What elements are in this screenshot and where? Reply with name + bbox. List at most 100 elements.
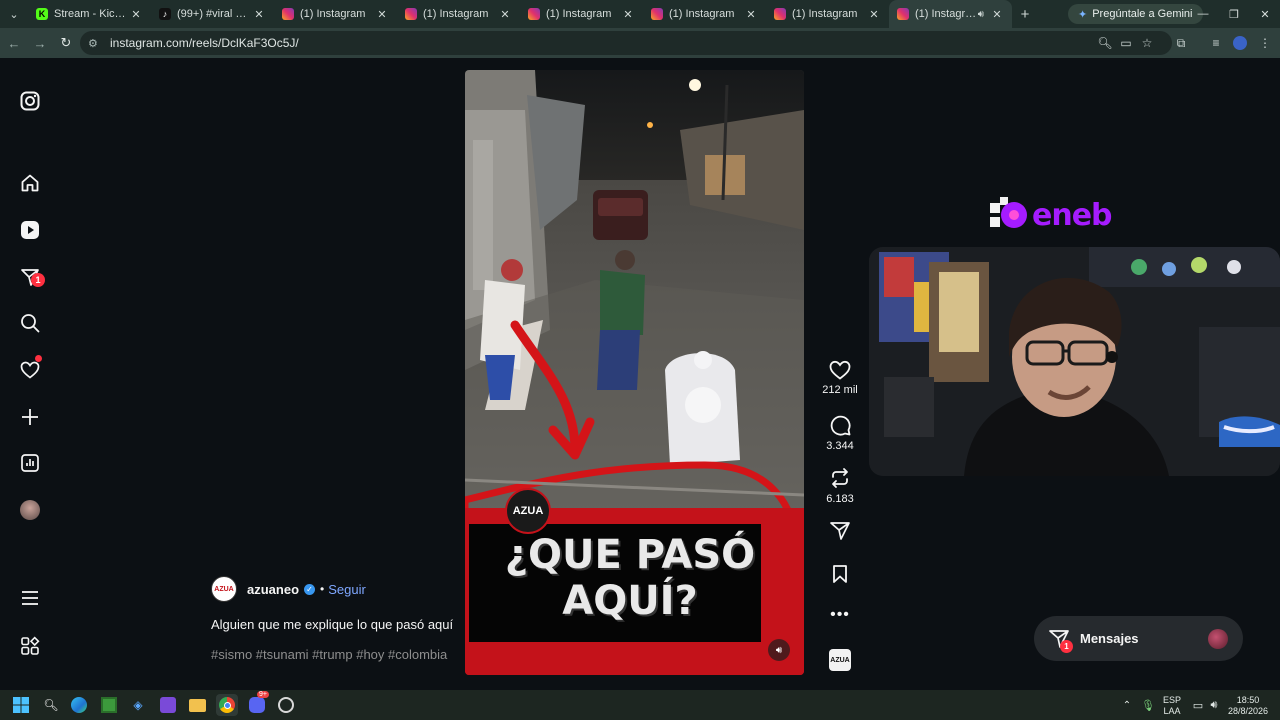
messages-button[interactable]: 1 Mensajes (1034, 616, 1243, 661)
tab-tiktok[interactable]: ♪ (99+) #viral #fyp #fyp ✕ (151, 0, 274, 28)
dashboard-stats-icon[interactable] (18, 451, 42, 475)
forward-button[interactable]: → (28, 31, 52, 55)
language-indicator[interactable]: ESP LAA (1160, 695, 1184, 717)
tab-instagram-active[interactable]: (1) Instagram 🔊︎ ✕ (889, 0, 1012, 28)
tab-title: (1) Instagram (300, 8, 366, 20)
tab-instagram[interactable]: (1) Instagram ✕ (643, 0, 766, 28)
close-icon[interactable]: ✕ (498, 8, 512, 21)
separator-dot: • (320, 582, 325, 596)
address-bar[interactable]: ⚙ instagram.com/reels/DclKaF3Oc5J/ (80, 31, 1172, 55)
tab-instagram[interactable]: (1) Instagram ✕ (520, 0, 643, 28)
close-icon[interactable]: ✕ (252, 8, 266, 21)
close-icon[interactable]: ✕ (867, 8, 881, 21)
zoom-icon[interactable]: 🔍︎ (1094, 31, 1116, 55)
tab-kick[interactable]: K Stream - Kick Dashbo ✕ (28, 0, 151, 28)
repost-count: 6.183 (826, 493, 854, 505)
eneba-logo: eneb (988, 190, 1138, 240)
close-icon[interactable]: ✕ (990, 8, 1004, 21)
close-icon[interactable]: ✕ (375, 8, 389, 21)
home-icon[interactable] (18, 171, 42, 195)
send-icon (830, 522, 850, 540)
maximize-button[interactable]: ❐ (1218, 0, 1250, 28)
close-icon[interactable]: ✕ (129, 8, 143, 21)
app-icon[interactable] (157, 694, 179, 716)
speaker-icon[interactable]: 🔊︎ (978, 9, 984, 20)
app-icon[interactable] (275, 694, 297, 716)
tab-instagram[interactable]: (1) Instagram ✕ (766, 0, 889, 28)
webcam-frame (869, 247, 1280, 476)
chrome-icon[interactable] (216, 694, 238, 716)
profile-avatar[interactable] (18, 498, 42, 522)
gemini-button[interactable]: ✦ Pregúntale a Gemini (1068, 4, 1203, 24)
reading-list-icon[interactable]: ≡ (1205, 31, 1227, 55)
tiktok-icon: ♪ (159, 8, 171, 20)
notifications-heart-icon[interactable] (18, 355, 42, 382)
author-avatar[interactable]: AZUA (211, 576, 237, 602)
comment-button[interactable]: 3.344 (818, 414, 862, 452)
kick-icon: K (36, 8, 48, 20)
instagram-icon (282, 8, 294, 20)
volume-icon[interactable]: 🔊︎ (1203, 694, 1225, 716)
discord-badge: 9+ (257, 691, 269, 698)
reel-author: AZUA azuaneo ✓ • Seguir (211, 576, 366, 602)
instagram-logo-icon[interactable] (18, 89, 42, 113)
original-audio-button[interactable]: AZUA (829, 649, 851, 671)
search-taskbar-icon[interactable]: 🔍︎ (40, 694, 62, 716)
file-explorer-icon[interactable] (186, 694, 208, 716)
show-hidden-icons-chevron[interactable]: ⌃ (1116, 694, 1138, 716)
instagram-icon (774, 8, 786, 20)
create-plus-icon[interactable] (18, 405, 42, 429)
edge-icon[interactable] (68, 694, 90, 716)
close-icon[interactable]: ✕ (744, 8, 758, 21)
site-info-icon[interactable]: ⚙ (88, 37, 104, 50)
tab-instagram[interactable]: (1) Instagram ✕ (274, 0, 397, 28)
profile-icon[interactable] (1229, 31, 1251, 55)
reel-caption: Alguien que me explique lo que pasó aquí (211, 617, 454, 632)
minecraft-icon[interactable] (98, 694, 120, 716)
tab-search-button[interactable]: ⌄ (0, 0, 28, 28)
also-from-meta-icon[interactable] (18, 634, 42, 658)
instagram-sidebar: 1 (0, 58, 60, 690)
discord-icon[interactable]: 9+ (246, 691, 269, 716)
windows-start-icon[interactable] (10, 694, 32, 716)
reload-button[interactable]: ↻ (54, 31, 78, 55)
browser-toolbar: ← → ↻ ⚙ instagram.com/reels/DclKaF3Oc5J/… (0, 28, 1280, 58)
share-button[interactable] (818, 521, 862, 541)
tab-title: (99+) #viral #fyp #fyp (177, 8, 252, 20)
eneba-wordmark: eneb (1032, 197, 1113, 233)
follow-button[interactable]: Seguir (328, 582, 366, 597)
url-text: instagram.com/reels/DclKaF3Oc5J/ (110, 36, 299, 50)
mute-button[interactable]: 🔊︎ (768, 639, 790, 661)
reel-hashtags[interactable]: #sismo #tsunami #trump #hoy #colombia (211, 647, 447, 662)
cast-icon[interactable]: ▭ (1115, 31, 1137, 55)
instagram-icon (528, 8, 540, 20)
streamer-webcam (869, 247, 1280, 476)
search-icon[interactable] (18, 311, 42, 335)
app-icon[interactable]: ◈ (127, 694, 149, 716)
more-options-button[interactable]: ••• (818, 606, 862, 624)
browser-tab-strip: ⌄ K Stream - Kick Dashbo ✕ ♪ (99+) #vira… (0, 0, 1280, 28)
close-window-button[interactable]: ✕ (1249, 0, 1280, 28)
close-icon[interactable]: ✕ (621, 8, 635, 21)
tab-instagram[interactable]: (1) Instagram ✕ (397, 0, 520, 28)
gemini-icon: ✦ (1078, 8, 1088, 21)
reels-icon[interactable] (18, 218, 42, 242)
tab-title: (1) Instagram (792, 8, 858, 20)
more-menu-icon[interactable] (18, 586, 42, 610)
microphone-icon[interactable]: 🎙︎ (1137, 694, 1159, 716)
minimize-button[interactable]: — (1187, 0, 1219, 28)
save-button[interactable] (818, 564, 862, 584)
repost-button[interactable]: 6.183 (818, 467, 862, 505)
eneba-mark-icon (990, 197, 1027, 228)
extensions-icon[interactable]: ⧉ (1170, 31, 1192, 55)
browser-menu-icon[interactable]: ⋮ (1254, 31, 1276, 55)
author-username[interactable]: azuaneo (247, 582, 299, 597)
new-tab-button[interactable]: + (1012, 6, 1038, 23)
direct-messages-icon[interactable]: 1 (18, 265, 45, 289)
like-button[interactable]: 212 mil (818, 360, 862, 396)
bookmark-star-icon[interactable]: ☆ (1136, 31, 1158, 55)
reel-video[interactable]: ¿QUE PASÓ AQUÍ? AZUA 🔊︎ (465, 70, 804, 675)
clock[interactable]: 18:50 28/8/2026 (1226, 695, 1270, 717)
language-code: ESP (1162, 695, 1181, 705)
back-button[interactable]: ← (2, 31, 26, 55)
